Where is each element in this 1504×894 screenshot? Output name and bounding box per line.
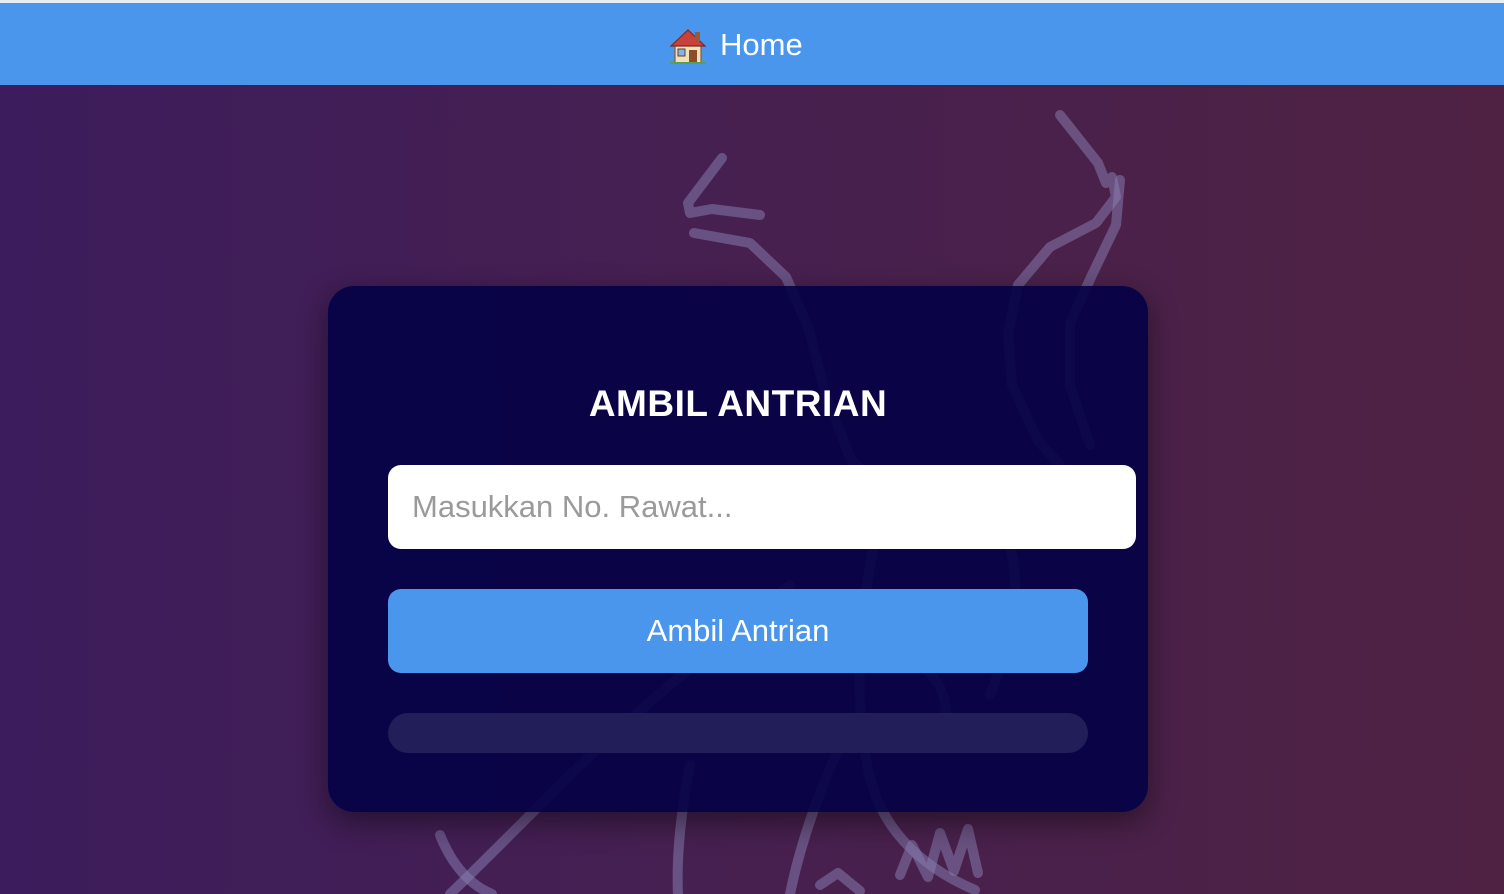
house-icon (668, 25, 708, 65)
nav-home-link[interactable]: Home (668, 23, 803, 67)
navbar: Home (0, 3, 1504, 85)
queue-result-box (388, 713, 1088, 753)
card-title: AMBIL ANTRIAN (588, 383, 888, 424)
browser-top-edge (0, 0, 1504, 3)
no-rawat-input[interactable] (388, 465, 1136, 549)
ambil-antrian-button[interactable]: Ambil Antrian (388, 589, 1088, 673)
page-background: AMBIL ANTRIAN Ambil Antrian (0, 85, 1504, 894)
nav-home-label: Home (720, 27, 803, 62)
queue-card: AMBIL ANTRIAN Ambil Antrian (328, 286, 1148, 812)
